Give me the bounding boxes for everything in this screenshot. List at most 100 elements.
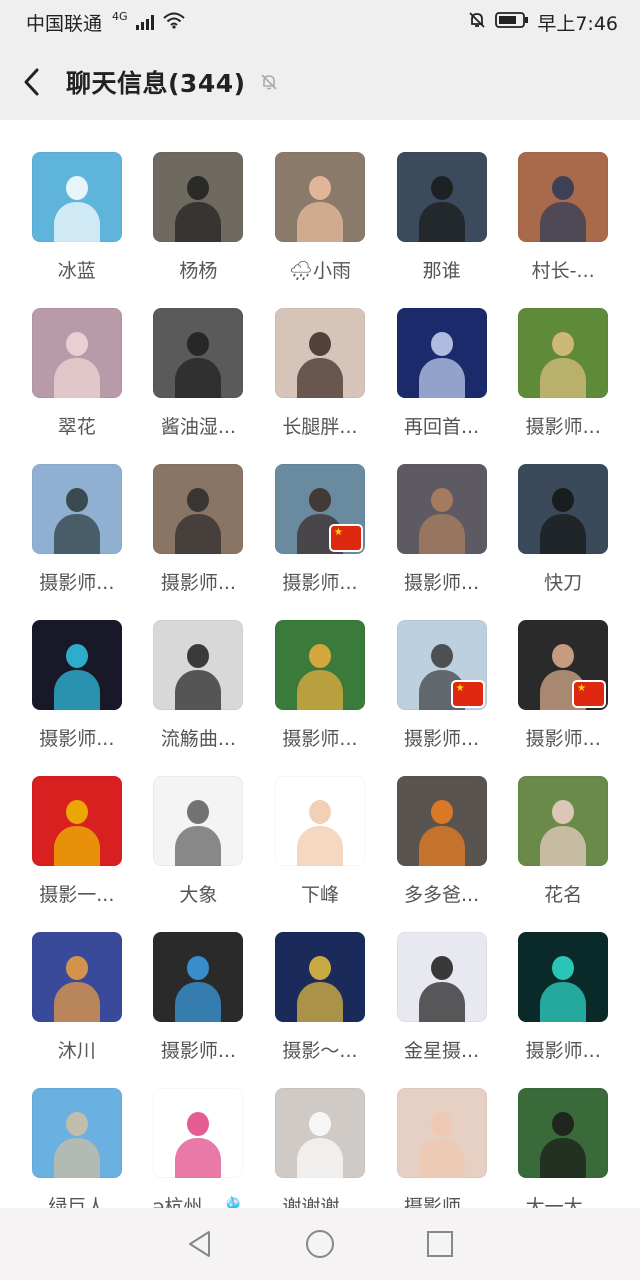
member-item[interactable]: 花名 <box>502 776 624 914</box>
member-item[interactable]: 大象 <box>138 776 260 914</box>
nav-recents-button[interactable] <box>410 1214 470 1274</box>
member-name: 花名 <box>544 884 583 906</box>
member-name: 摄影师... <box>404 1196 480 1208</box>
member-name: 摄影师... <box>282 728 358 750</box>
member-item[interactable]: ə杭州...🎐 <box>138 1088 260 1208</box>
member-name: 摄影师... <box>404 572 480 594</box>
member-avatar <box>396 1088 487 1178</box>
member-item[interactable]: 翠花 <box>16 308 138 446</box>
member-avatar <box>274 620 365 710</box>
member-item[interactable]: 摄影师... <box>381 464 503 602</box>
member-name: 村长-... <box>531 260 595 282</box>
nav-home-button[interactable] <box>290 1214 350 1274</box>
member-avatar <box>153 464 244 554</box>
member-name: 摄影一... <box>39 884 115 906</box>
china-flag-icon <box>574 682 605 706</box>
member-item[interactable]: 摄影师... <box>381 1088 503 1208</box>
member-avatar <box>31 308 122 398</box>
member-item[interactable]: 大一大... <box>502 1088 624 1208</box>
page-title: 聊天信息(344) <box>66 69 246 98</box>
member-item[interactable]: 摄影师... <box>502 620 624 758</box>
battery-icon <box>495 11 529 34</box>
china-flag-icon <box>452 682 483 706</box>
member-item[interactable]: 摄影师... <box>138 464 260 602</box>
nav-back-button[interactable] <box>170 1214 230 1274</box>
member-name: 🌧小雨 <box>288 260 352 282</box>
member-item[interactable]: 多多爸... <box>381 776 503 914</box>
member-item[interactable]: 摄影～... <box>259 932 381 1070</box>
member-item[interactable]: 下峰 <box>259 776 381 914</box>
member-name: 沐川 <box>57 1040 96 1062</box>
member-name: 摄影师... <box>282 572 358 594</box>
member-name: 冰蓝 <box>57 260 96 282</box>
member-item[interactable]: 摄影师... <box>502 308 624 446</box>
member-name: 大象 <box>179 884 218 906</box>
member-item[interactable]: 摄影师... <box>16 464 138 602</box>
member-avatar <box>518 776 609 866</box>
clock-label: 早上7:46 <box>537 12 618 35</box>
member-item[interactable]: 杨杨 <box>138 152 260 290</box>
member-avatar <box>518 308 609 398</box>
member-avatar <box>518 1088 609 1178</box>
member-item[interactable]: 再回首... <box>381 308 503 446</box>
member-name: 大一大... <box>525 1196 601 1208</box>
member-item[interactable]: 摄影一... <box>16 776 138 914</box>
member-grid-container[interactable]: 冰蓝 杨杨 🌧小雨 那谁 村长-... 翠花 酱油湿... 长腿胖... 再回首... 摄影师..… <box>0 120 640 1208</box>
member-item[interactable]: 那谁 <box>381 152 503 290</box>
member-item[interactable]: 酱油湿... <box>138 308 260 446</box>
member-avatar <box>31 152 122 242</box>
muted-bell-icon <box>258 71 280 93</box>
member-item[interactable]: 摄影师... <box>259 464 381 602</box>
member-item[interactable]: 绿巨人 <box>16 1088 138 1208</box>
member-item[interactable]: 摄影师... <box>381 620 503 758</box>
member-name: 摄影师... <box>160 1040 236 1062</box>
member-name: 摄影师... <box>404 728 480 750</box>
member-name: 金星摄... <box>404 1040 480 1062</box>
member-name: 杨杨 <box>179 260 218 282</box>
member-item[interactable]: 摄影师... <box>138 932 260 1070</box>
member-avatar <box>274 308 365 398</box>
member-item[interactable]: 谢谢谢... <box>259 1088 381 1208</box>
member-name: 摄影师... <box>525 1040 601 1062</box>
member-avatar <box>274 932 365 1022</box>
member-name: 长腿胖... <box>282 416 358 438</box>
member-item[interactable]: 快刀 <box>502 464 624 602</box>
member-avatar <box>153 932 244 1022</box>
member-avatar <box>518 152 609 242</box>
member-name: 那谁 <box>422 260 461 282</box>
chevron-left-icon <box>24 68 39 96</box>
member-name: 摄影师... <box>160 572 236 594</box>
member-avatar <box>396 308 487 398</box>
member-avatar <box>153 152 244 242</box>
member-name: 流觞曲... <box>160 728 236 750</box>
nav-home-icon <box>306 1230 334 1258</box>
member-item[interactable]: 金星摄... <box>381 932 503 1070</box>
member-avatar <box>518 620 609 710</box>
member-item[interactable]: 摄影师... <box>16 620 138 758</box>
member-item[interactable]: 村长-... <box>502 152 624 290</box>
member-name: 多多爸... <box>404 884 480 906</box>
member-name: 再回首... <box>404 416 480 438</box>
member-avatar <box>274 1088 365 1178</box>
member-item[interactable]: 长腿胖... <box>259 308 381 446</box>
member-name: 摄影～... <box>282 1040 358 1062</box>
member-item[interactable]: 摄影师... <box>502 932 624 1070</box>
member-name: ə杭州...🎐 <box>152 1196 245 1208</box>
member-item[interactable]: 🌧小雨 <box>259 152 381 290</box>
back-button[interactable] <box>0 44 64 120</box>
member-name: 摄影师... <box>525 416 601 438</box>
member-name: 摄影师... <box>525 728 601 750</box>
member-name: 翠花 <box>57 416 96 438</box>
member-avatar <box>153 620 244 710</box>
member-item[interactable]: 冰蓝 <box>16 152 138 290</box>
member-avatar <box>153 776 244 866</box>
nav-back-icon <box>189 1231 210 1257</box>
member-item[interactable]: 摄影师... <box>259 620 381 758</box>
status-bar: 中国联通 4G 早上7:46 <box>0 0 640 44</box>
member-item[interactable]: 流觞曲... <box>138 620 260 758</box>
member-avatar <box>153 308 244 398</box>
member-name: 下峰 <box>300 884 339 906</box>
carrier-label: 中国联通 <box>26 12 103 35</box>
member-item[interactable]: 沐川 <box>16 932 138 1070</box>
member-avatar <box>396 152 487 242</box>
